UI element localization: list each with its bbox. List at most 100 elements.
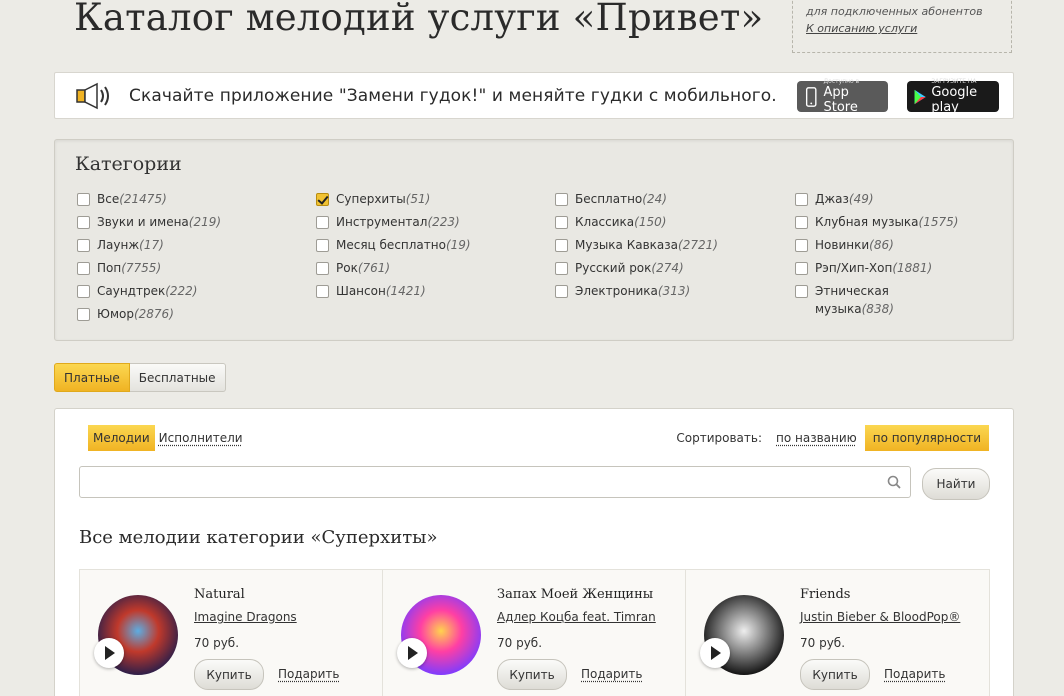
category-label: Музыка Кавказа(2721) xyxy=(575,238,718,252)
play-icon[interactable] xyxy=(94,638,124,668)
category-checkbox[interactable] xyxy=(316,262,329,275)
category-count: (19) xyxy=(446,238,471,252)
tab-paid[interactable]: Платные xyxy=(54,363,130,392)
buy-button[interactable]: Купить xyxy=(800,659,870,690)
category-name: Бесплатно xyxy=(575,192,642,206)
category-checkbox[interactable] xyxy=(77,285,90,298)
category-item[interactable]: Рэп/Хип-Хоп(1881) xyxy=(795,261,958,284)
category-label: Новинки(86) xyxy=(815,238,894,252)
sort-by-name[interactable]: по названию xyxy=(776,431,857,445)
category-name: Музыка Кавказа xyxy=(575,238,678,252)
category-checkbox[interactable] xyxy=(795,216,808,229)
category-checkbox[interactable] xyxy=(555,216,568,229)
category-count: (223) xyxy=(427,215,459,229)
category-count: (150) xyxy=(634,215,666,229)
category-item[interactable]: Шансон(1421) xyxy=(316,284,471,307)
track-price: 70 руб. xyxy=(497,636,542,650)
category-count: (2721) xyxy=(678,238,718,252)
category-item[interactable]: Классика(150) xyxy=(555,215,718,238)
google-play-button[interactable]: ЗАГРУЗИТЕ НА Google play xyxy=(907,81,999,112)
category-count: (1575) xyxy=(919,215,959,229)
subscriber-note: для подключенных абонентов xyxy=(806,5,998,18)
category-label: Суперхиты(51) xyxy=(336,192,430,206)
category-label: Джаз(49) xyxy=(815,192,874,206)
play-icon[interactable] xyxy=(700,638,730,668)
play-icon[interactable] xyxy=(397,638,427,668)
category-count: (7755) xyxy=(121,261,161,275)
category-checkbox[interactable] xyxy=(316,216,329,229)
category-item[interactable]: Бесплатно(24) xyxy=(555,192,718,215)
category-name: Месяц бесплатно xyxy=(336,238,446,252)
category-item[interactable]: Суперхиты(51) xyxy=(316,192,471,215)
category-checkbox[interactable] xyxy=(316,239,329,252)
category-item[interactable]: Музыка Кавказа(2721) xyxy=(555,238,718,261)
buy-button[interactable]: Купить xyxy=(497,659,567,690)
category-checkbox[interactable] xyxy=(77,239,90,252)
category-item[interactable]: Все(21475) xyxy=(77,192,221,215)
category-item[interactable]: Новинки(86) xyxy=(795,238,958,261)
category-item[interactable]: Электроника(313) xyxy=(555,284,718,307)
page-title: Каталог мелодий услуги «Привет» xyxy=(74,0,763,39)
category-label: Русский рок(274) xyxy=(575,261,684,275)
category-item[interactable]: Рок(761) xyxy=(316,261,471,284)
category-item[interactable]: Клубная музыка(1575) xyxy=(795,215,958,238)
category-checkbox[interactable] xyxy=(77,308,90,321)
category-checkbox[interactable] xyxy=(555,193,568,206)
category-name: Электроника xyxy=(575,284,658,298)
tab-melodies[interactable]: Мелодии xyxy=(88,425,155,451)
search-input[interactable] xyxy=(79,466,911,498)
tab-artists[interactable]: Исполнители xyxy=(155,425,248,451)
category-item[interactable]: Русский рок(274) xyxy=(555,261,718,284)
category-checkbox[interactable] xyxy=(795,193,808,206)
categories-title: Категории xyxy=(75,153,182,175)
category-checkbox[interactable] xyxy=(77,216,90,229)
category-label: Шансон(1421) xyxy=(336,284,426,298)
category-label: Бесплатно(24) xyxy=(575,192,667,206)
app-store-button[interactable]: Доступно в App Store xyxy=(797,81,888,112)
category-name: Шансон xyxy=(336,284,386,298)
category-item[interactable]: Этническая музыка(838) xyxy=(795,284,958,324)
category-item[interactable]: Звуки и имена(219) xyxy=(77,215,221,238)
category-label: Классика(150) xyxy=(575,215,666,229)
category-count: (274) xyxy=(651,261,683,275)
category-checkbox[interactable] xyxy=(795,239,808,252)
track-artist-link[interactable]: Justin Bieber & BloodPop® xyxy=(800,610,960,624)
category-count: (222) xyxy=(165,284,197,298)
category-item[interactable]: Инструментал(223) xyxy=(316,215,471,238)
category-item[interactable]: Лаунж(17) xyxy=(77,238,221,261)
category-item[interactable]: Джаз(49) xyxy=(795,192,958,215)
category-checkbox[interactable] xyxy=(795,285,808,298)
category-item[interactable]: Месяц бесплатно(19) xyxy=(316,238,471,261)
category-item[interactable]: Юмор(2876) xyxy=(77,307,221,330)
melodies-panel: Мелодии Исполнители Сортировать: по назв… xyxy=(54,408,1014,696)
sort-by-popularity[interactable]: по популярности xyxy=(865,425,989,451)
gplay-small-text: ЗАГРУЗИТЕ НА xyxy=(931,78,993,85)
gift-link[interactable]: Подарить xyxy=(884,667,946,681)
search-icon[interactable] xyxy=(887,475,901,489)
category-checkbox[interactable] xyxy=(555,285,568,298)
track-artist-link[interactable]: Imagine Dragons xyxy=(194,610,297,624)
category-checkbox[interactable] xyxy=(316,285,329,298)
service-description-link[interactable]: К описанию услуги xyxy=(806,22,917,35)
tab-free[interactable]: Бесплатные xyxy=(130,363,226,392)
gift-link[interactable]: Подарить xyxy=(581,667,643,681)
category-checkbox[interactable] xyxy=(555,239,568,252)
category-checkbox[interactable] xyxy=(795,262,808,275)
category-checkbox[interactable] xyxy=(555,262,568,275)
category-checkbox[interactable] xyxy=(77,262,90,275)
google-play-icon xyxy=(913,86,927,108)
category-count: (313) xyxy=(658,284,690,298)
track-title: Natural xyxy=(194,587,245,602)
gift-link[interactable]: Подарить xyxy=(278,667,340,681)
category-column: Все(21475) Звуки и имена(219) Лаунж(17) Поп… xyxy=(77,192,221,330)
category-count: (21475) xyxy=(119,192,167,206)
find-button[interactable]: Найти xyxy=(922,468,990,500)
track-artist-link[interactable]: Адлер Коцба feat. Timran xyxy=(497,610,656,624)
buy-button[interactable]: Купить xyxy=(194,659,264,690)
category-item[interactable]: Поп(7755) xyxy=(77,261,221,284)
category-count: (51) xyxy=(406,192,431,206)
category-item[interactable]: Саундтрек(222) xyxy=(77,284,221,307)
category-checkbox[interactable] xyxy=(77,193,90,206)
category-count: (1421) xyxy=(386,284,426,298)
category-checkbox[interactable] xyxy=(316,193,329,206)
